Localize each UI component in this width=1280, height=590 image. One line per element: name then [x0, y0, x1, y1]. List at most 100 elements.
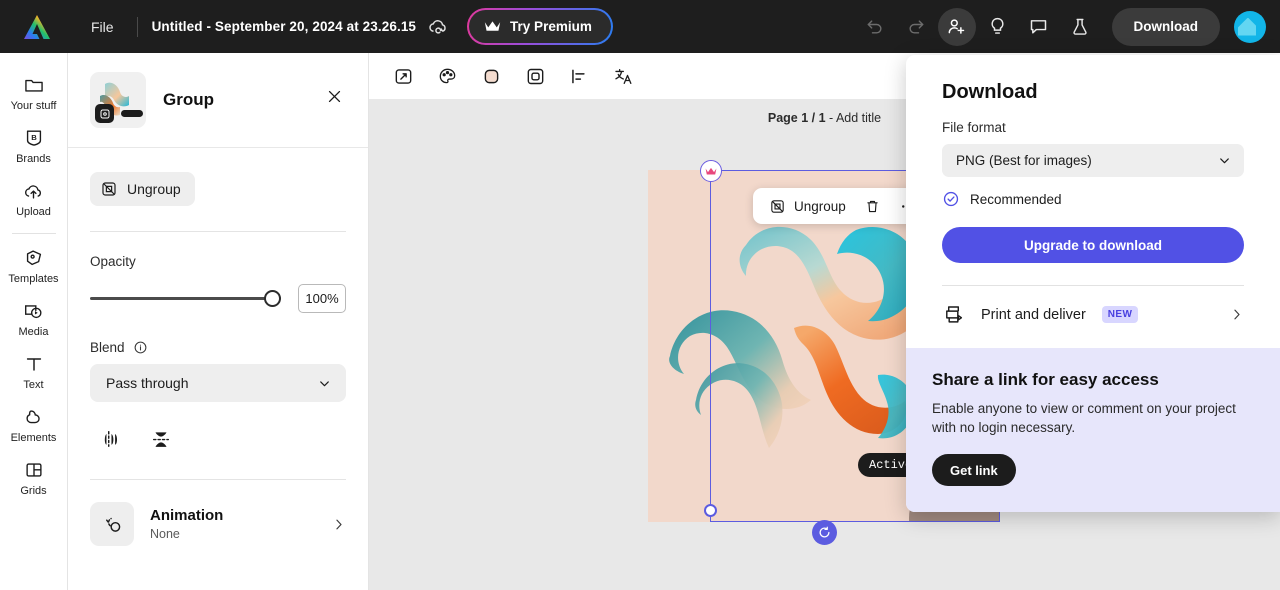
flip-vertical-button[interactable] [145, 424, 177, 454]
selection-context-toolbar: Ungroup [753, 188, 932, 224]
blend-mode-value: Pass through [106, 375, 189, 391]
animation-row[interactable]: Animation None [90, 502, 346, 546]
toolbar-divider [136, 16, 138, 37]
recommended-row: Recommended [942, 190, 1244, 208]
comments-button[interactable] [1020, 8, 1058, 46]
resize-handle-bottom-left[interactable] [704, 504, 717, 517]
sidebar-label: Upload [16, 206, 51, 218]
user-avatar[interactable] [1234, 10, 1266, 43]
upgrade-to-download-button[interactable]: Upgrade to download [942, 227, 1244, 263]
sidebar-item-upload[interactable]: Upload [0, 171, 68, 224]
rotate-icon [819, 526, 830, 538]
sidebar-item-grids[interactable]: Grids [0, 450, 68, 503]
chevron-down-icon [320, 380, 329, 386]
sidebar-item-elements[interactable]: Elements [0, 397, 68, 450]
chevron-down-icon [1220, 158, 1229, 164]
animation-text: Animation None [150, 507, 223, 542]
brand-shield-icon: B [26, 130, 41, 146]
grids-icon [25, 463, 42, 477]
sidebar-label: Your stuff [10, 100, 57, 112]
fill-color-button[interactable] [477, 62, 506, 91]
ungroup-button[interactable]: Ungroup [90, 172, 195, 206]
download-panel-title: Download [942, 81, 1038, 103]
translate-icon [615, 68, 632, 84]
close-panel-button[interactable] [320, 82, 348, 110]
file-format-select[interactable]: PNG (Best for images) [942, 144, 1244, 177]
flip-controls [90, 424, 346, 454]
palette-icon [439, 68, 456, 83]
page-title-placeholder: - Add title [825, 111, 882, 125]
ideas-button[interactable] [979, 8, 1017, 46]
context-ungroup-button[interactable]: Ungroup [762, 192, 853, 220]
flask-icon [1072, 18, 1087, 35]
cloud-sync-icon[interactable] [427, 16, 449, 38]
flip-horizontal-icon [104, 431, 117, 447]
ungroup-icon [102, 182, 116, 196]
properties-header: Group [68, 53, 368, 148]
document-title[interactable]: Untitled - September 20, 2024 at 23.26.1… [152, 19, 416, 34]
download-button[interactable]: Download [1111, 7, 1220, 46]
undo-arrow-icon [867, 19, 882, 34]
get-link-button[interactable]: Get link [932, 454, 1016, 487]
sidebar-item-brands[interactable]: B Brands [0, 118, 68, 171]
adobe-express-editor: File Untitled - September 20, 2024 at 23… [0, 0, 1280, 590]
opacity-value-input[interactable]: 100% [298, 284, 346, 313]
share-card-title: Share a link for easy access [932, 370, 1159, 389]
thumbnail-type-badge [95, 104, 114, 123]
comment-bubble-icon [1030, 20, 1047, 34]
labs-button[interactable] [1061, 8, 1099, 46]
color-palette-button[interactable] [433, 62, 462, 91]
blend-mode-select[interactable]: Pass through [90, 364, 346, 402]
sidebar-item-media[interactable]: Media [0, 291, 68, 344]
adobe-express-logo-icon[interactable] [22, 13, 52, 41]
try-premium-button[interactable]: Try Premium [467, 8, 613, 45]
chevron-right-icon [1234, 309, 1240, 320]
top-bar: File Untitled - September 20, 2024 at 23… [0, 0, 1280, 53]
folder-icon [24, 79, 43, 92]
opacity-slider[interactable] [90, 290, 281, 308]
slider-thumb[interactable] [264, 290, 281, 307]
animation-glyph-icon [105, 517, 120, 532]
flip-horizontal-button[interactable] [95, 424, 127, 454]
print-and-deliver-row[interactable]: Print and deliver NEW [942, 303, 1244, 326]
sidebar-item-text[interactable]: Text [0, 344, 68, 397]
animation-icon [90, 502, 134, 546]
download-panel: Download File format PNG (Best for image… [906, 55, 1280, 513]
templates-icon [26, 250, 41, 266]
group-thumbnail [90, 72, 146, 128]
translate-button[interactable] [609, 62, 638, 91]
invite-button[interactable] [937, 7, 976, 46]
redo-button[interactable] [897, 8, 935, 46]
trash-icon [867, 200, 878, 212]
divider [90, 479, 346, 480]
rotate-handle[interactable] [812, 520, 837, 545]
premium-selection-handle[interactable] [700, 160, 722, 182]
share-card-description: Enable anyone to view or comment on your… [932, 401, 1236, 436]
frame-icon [527, 68, 544, 84]
frame-button[interactable] [521, 62, 550, 91]
printer-icon [946, 306, 963, 323]
divider [942, 285, 1244, 286]
blend-section: Blend Pass through [90, 340, 346, 402]
info-icon[interactable] [133, 340, 148, 355]
divider [90, 231, 346, 232]
file-format-value: PNG (Best for images) [956, 153, 1092, 168]
upload-cloud-icon [25, 185, 42, 199]
flip-vertical-icon [152, 431, 170, 447]
sidebar-item-your-stuff[interactable]: Your stuff [0, 65, 68, 118]
align-button[interactable] [565, 62, 594, 91]
context-delete-button[interactable] [857, 192, 888, 220]
add-person-icon [948, 19, 965, 34]
share-link-card: Share a link for easy access Enable anyo… [906, 348, 1280, 513]
new-badge: NEW [1101, 306, 1139, 323]
resize-button[interactable] [389, 62, 418, 91]
elements-icon [25, 410, 40, 424]
color-swatch-icon [484, 69, 499, 83]
file-menu-button[interactable]: File [82, 14, 123, 40]
animation-value: None [150, 527, 180, 542]
resize-icon [395, 68, 412, 84]
undo-button[interactable] [856, 8, 894, 46]
opacity-label: Opacity [90, 254, 136, 269]
sidebar-item-templates[interactable]: Templates [0, 238, 68, 291]
file-format-label: File format [942, 120, 1006, 135]
